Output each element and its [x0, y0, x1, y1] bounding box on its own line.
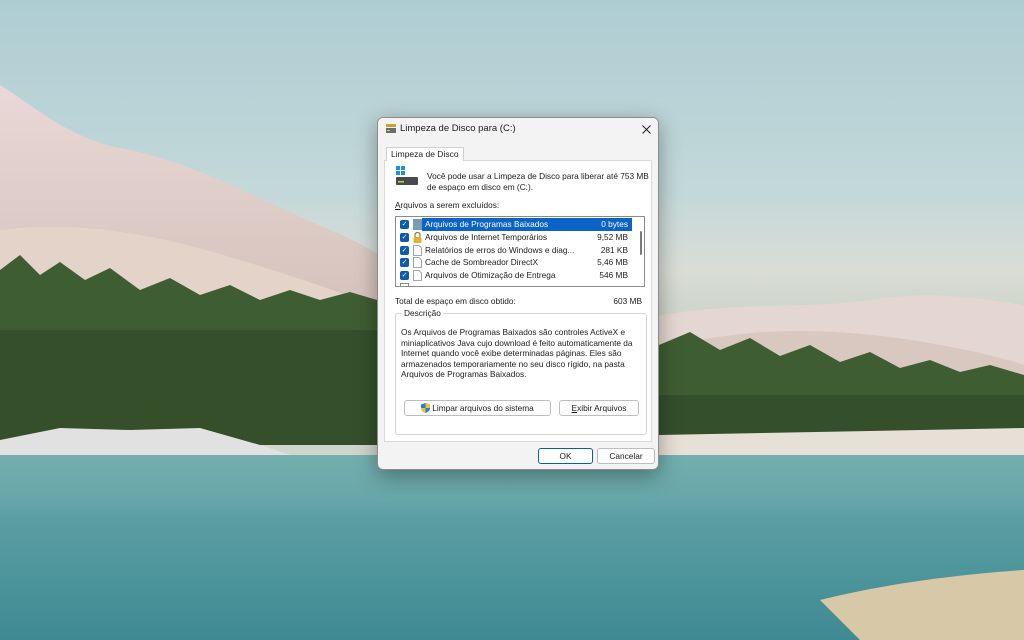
lock-icon [413, 232, 422, 243]
file-size: 546 MB [599, 269, 628, 280]
checkbox[interactable]: ✓ [400, 270, 409, 280]
list-item[interactable]: ✓ Cache de Sombreador DirectX 5,46 MB [398, 256, 632, 269]
clean-system-files-label: Limpar arquivos do sistema [432, 403, 534, 413]
drive-icon [396, 166, 418, 185]
checkbox[interactable]: ✓ [400, 258, 409, 267]
files-label-text: rquivos a serem excluídos: [400, 200, 500, 210]
file-name: Arquivos de Internet Temporários [425, 232, 548, 242]
info-text: Você pode usar a Limpeza de Disco para l… [427, 171, 649, 192]
file-size: 9,52 MB [597, 232, 628, 242]
partial-row-checkbox [400, 283, 409, 286]
description-group: Descrição Os Arquivos de Programas Baixa… [395, 308, 647, 435]
ok-button[interactable]: OK [538, 448, 593, 464]
disk-cleanup-icon [386, 124, 396, 133]
tab-limpeza-de-disco[interactable]: Limpeza de Disco [386, 147, 464, 161]
folder-icon [413, 219, 422, 230]
total-space-label: Total de espaço em disco obtido: [395, 296, 516, 306]
cancel-button[interactable]: Cancelar [597, 448, 655, 464]
disk-cleanup-dialog: Limpeza de Disco para (C:) Limpeza de Di… [377, 117, 659, 470]
file-icon [413, 257, 422, 268]
file-size: 5,46 MB [597, 257, 628, 267]
checkbox[interactable]: ✓ [400, 220, 409, 229]
title-bar[interactable]: Limpeza de Disco para (C:) [378, 118, 658, 140]
tab-panel: Você pode usar a Limpeza de Disco para l… [384, 160, 652, 442]
view-files-button[interactable]: Exibir Arquivos [559, 400, 639, 416]
close-button[interactable] [634, 118, 658, 140]
file-icon [413, 244, 422, 256]
files-list[interactable]: ✓ Arquivos de Programas Baixados 0 bytes… [395, 216, 645, 287]
view-files-label: xibir Arquivos [577, 403, 627, 413]
file-name: Arquivos de Programas Baixados [425, 219, 549, 229]
list-item[interactable]: ✓ Relatórios de erros do Windows e diag.… [398, 244, 632, 257]
list-scrollbar[interactable] [640, 231, 642, 255]
description-label: Descrição [402, 308, 443, 318]
file-size: 281 KB [600, 244, 628, 255]
dialog-title: Limpeza de Disco para (C:) [400, 123, 516, 134]
file-name: Cache de Sombreador DirectX [425, 257, 538, 267]
uac-shield-icon [421, 403, 431, 413]
description-text: Os Arquivos de Programas Baixados são co… [401, 327, 633, 379]
checkbox[interactable]: ✓ [400, 233, 409, 242]
checkbox[interactable]: ✓ [400, 245, 409, 255]
close-icon [641, 124, 651, 134]
files-to-delete-label: Arquivos a serem excluídos: [395, 200, 499, 210]
total-space-value: 603 MB [613, 296, 642, 306]
clean-system-files-button[interactable]: Limpar arquivos do sistema [404, 400, 551, 416]
file-name: Relatórios de erros do Windows e diag... [425, 244, 575, 255]
file-size: 0 bytes [601, 219, 628, 229]
list-item[interactable]: ✓ Arquivos de Internet Temporários 9,52 … [398, 231, 632, 244]
list-item[interactable]: ✓ Arquivos de Programas Baixados 0 bytes [398, 218, 632, 231]
file-icon [413, 269, 422, 281]
file-name: Arquivos de Otimização de Entrega [425, 269, 556, 280]
list-item[interactable]: ✓ Arquivos de Otimização de Entrega 546 … [398, 269, 632, 282]
